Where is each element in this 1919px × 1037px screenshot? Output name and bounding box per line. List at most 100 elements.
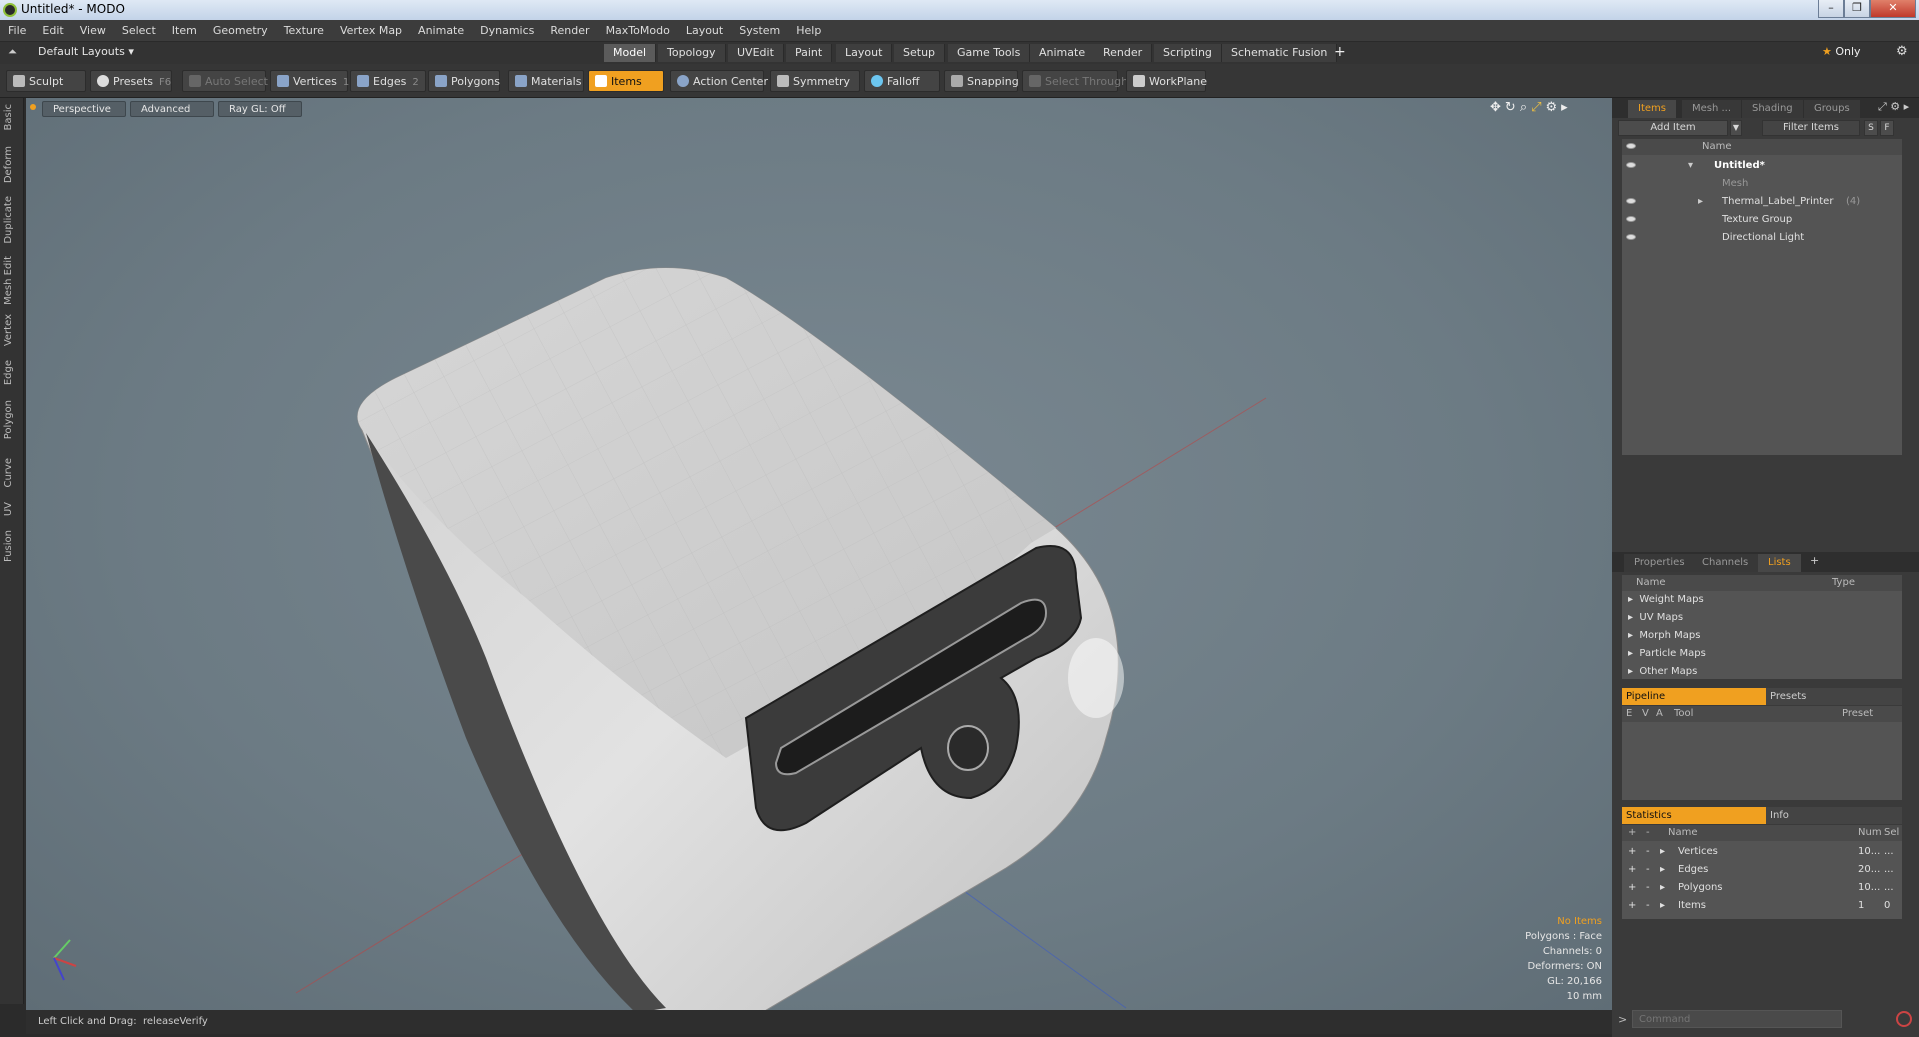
minus-icon[interactable]: - [1646,843,1650,861]
falloff-button[interactable]: Falloff [864,70,940,92]
auto-select-button[interactable]: Auto Select [182,70,268,92]
tab-duplicate[interactable]: Duplicate [3,196,21,244]
tab-groups[interactable]: Groups [1804,100,1860,118]
plus-icon[interactable]: + [1628,897,1636,915]
tab-channels[interactable]: Channels [1692,554,1759,572]
tab-lists[interactable]: Lists [1758,554,1801,572]
tab-presets[interactable]: Presets [1766,688,1902,705]
plus-icon[interactable]: + [1628,879,1636,897]
menu-texture[interactable]: Texture [276,20,332,42]
vertices-button[interactable]: Vertices 1 [270,70,349,92]
minimize-button[interactable]: – [1818,0,1844,18]
panel-options-icon[interactable]: ⤢ ⚙ ▸ [1878,100,1909,114]
polygons-button[interactable]: Polygons [428,70,500,92]
gear-icon[interactable]: ⚙ [1896,44,1908,59]
minus-icon[interactable]: - [1646,861,1650,879]
menu-render[interactable]: Render [542,20,597,42]
menu-system[interactable]: System [731,20,788,42]
stats-row-items[interactable]: + - ▸ Items 1 0 [1622,897,1902,915]
tab-deform[interactable]: Deform [3,146,21,183]
tab-schematic-fusion[interactable]: Schematic Fusion [1222,44,1338,62]
tree-row-directional-light[interactable]: Directional Light [1622,229,1902,247]
tab-uv[interactable]: UV [3,502,21,516]
stats-row-polygons[interactable]: + - ▸ Polygons 10...... [1622,879,1902,897]
tab-pipeline[interactable]: Pipeline [1622,688,1766,705]
tab-vertex[interactable]: Vertex [3,314,21,346]
plus-icon[interactable]: + [1628,843,1636,861]
tab-fusion[interactable]: Fusion [3,530,21,562]
plus-icon[interactable]: + [1628,861,1636,879]
tab-paint[interactable]: Paint [786,44,833,62]
record-icon[interactable] [1896,1011,1912,1027]
tab-statistics[interactable]: Statistics [1622,807,1766,824]
tree-row-printer[interactable]: ▸ Thermal_Label_Printer (4) [1622,193,1902,211]
tab-properties[interactable]: Properties [1624,554,1695,572]
expand-icon[interactable]: ▸ [1660,879,1665,897]
tree-row-texture-group[interactable]: Texture Group [1622,211,1902,229]
eye-icon[interactable] [1626,162,1636,168]
tab-polygon[interactable]: Polygon [3,400,21,439]
tree-row-untitled[interactable]: ▾ Untitled* [1622,157,1902,175]
action-center-button[interactable]: Action Center [670,70,768,92]
tab-model[interactable]: Model [604,44,657,62]
tab-curve[interactable]: Curve [3,458,21,488]
list-row-uv-maps[interactable]: ▸ UV Maps [1628,609,1683,627]
add-item-button[interactable]: Add Item [1618,120,1728,136]
tab-topology[interactable]: Topology [658,44,726,62]
tab-mesh-edit[interactable]: Mesh Edit [3,256,21,305]
tab-shading[interactable]: Shading [1742,100,1803,118]
tab-scripting[interactable]: Scripting [1154,44,1222,62]
tree-row-mesh[interactable]: Mesh [1622,175,1902,193]
tab-layout[interactable]: Layout [836,44,893,62]
s-button[interactable]: S [1864,120,1878,136]
list-row-morph-maps[interactable]: ▸ Morph Maps [1628,627,1700,645]
menu-geometry[interactable]: Geometry [205,20,276,42]
expand-icon[interactable]: ▸ [1660,861,1665,879]
snapping-button[interactable]: Snapping [944,70,1019,92]
only-toggle[interactable]: ★ Only [1822,45,1861,58]
symmetry-button[interactable]: Symmetry [770,70,860,92]
filter-items-input[interactable]: Filter Items [1762,120,1860,136]
menu-select[interactable]: Select [114,20,164,42]
f-button[interactable]: F [1880,120,1894,136]
tab-basic[interactable]: Basic [3,104,21,130]
tab-edge[interactable]: Edge [3,360,21,385]
expand-icon[interactable]: ▸ [1660,897,1665,915]
maximize-button[interactable]: ❐ [1844,0,1870,18]
tab-game-tools[interactable]: Game Tools [948,44,1031,62]
list-row-particle-maps[interactable]: ▸ Particle Maps [1628,645,1706,663]
sculpt-button[interactable]: Sculpt [6,70,86,92]
menu-edit[interactable]: Edit [34,20,71,42]
eye-icon[interactable] [1626,216,1636,222]
layout-arrow-icon[interactable]: ⏶ [8,45,17,59]
add-tab-button[interactable]: + [1334,44,1346,60]
items-button[interactable]: Items [588,70,664,92]
menu-dynamics[interactable]: Dynamics [472,20,542,42]
3d-viewport[interactable]: Perspective Advanced Ray GL: Off ✥↻⌕⤢⚙▸ [26,98,1612,1010]
tab-items[interactable]: Items [1628,100,1676,118]
tab-render[interactable]: Render [1094,44,1153,62]
stats-row-vertices[interactable]: + - ▸ Vertices 10...... [1622,843,1902,861]
presets-button[interactable]: Presets F6 [90,70,172,92]
tab-animate[interactable]: Animate [1030,44,1096,62]
menu-maxtomodo[interactable]: MaxToModo [598,20,678,42]
minus-icon[interactable]: - [1646,879,1650,897]
workplane-button[interactable]: WorkPlane [1126,70,1207,92]
minus-icon[interactable]: - [1646,897,1650,915]
list-row-weight-maps[interactable]: ▸ Weight Maps [1628,591,1704,609]
expand-icon[interactable]: ▸ [1698,193,1703,211]
menu-vertex-map[interactable]: Vertex Map [332,20,410,42]
menu-animate[interactable]: Animate [410,20,472,42]
menu-item[interactable]: Item [164,20,205,42]
close-button[interactable]: ✕ [1870,0,1916,18]
expand-icon[interactable]: ▸ [1660,843,1665,861]
menu-file[interactable]: File [0,20,34,42]
tab-info[interactable]: Info [1766,807,1902,824]
eye-icon[interactable] [1626,234,1636,240]
stats-row-edges[interactable]: + - ▸ Edges 20...... [1622,861,1902,879]
select-through-button[interactable]: Select Through [1022,70,1128,92]
edges-button[interactable]: Edges 2 [350,70,426,92]
materials-button[interactable]: Materials [508,70,584,92]
menu-layout[interactable]: Layout [678,20,731,42]
tab-uvedit[interactable]: UVEdit [728,44,784,62]
